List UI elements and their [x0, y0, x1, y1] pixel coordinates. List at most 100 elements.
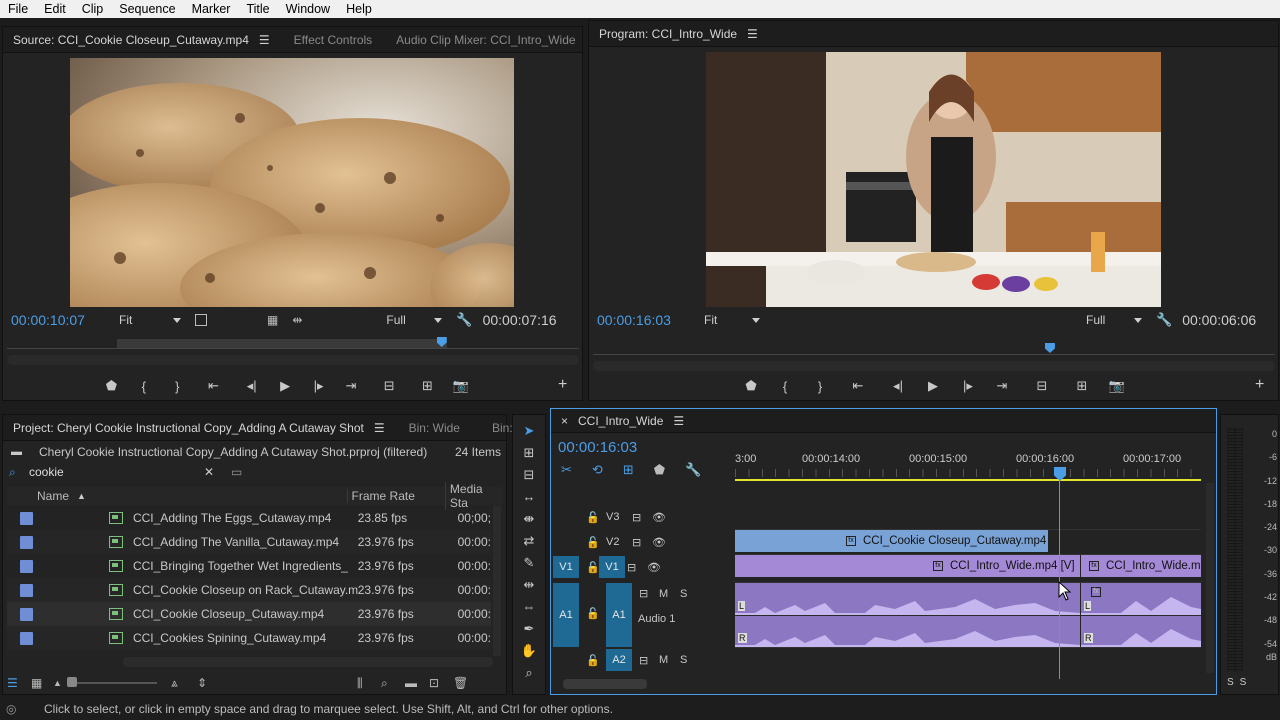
eye-icon[interactable]: 👁 — [652, 511, 666, 524]
menu-window[interactable]: Window — [278, 0, 338, 18]
program-playhead[interactable] — [1044, 343, 1055, 353]
rolling-edit-icon[interactable]: ⇼ — [524, 511, 535, 529]
solo-button[interactable]: S — [680, 588, 687, 600]
tab-audio-clip-mixer[interactable]: Audio Clip Mixer: CCI_Intro_Wide — [386, 27, 585, 53]
program-scrubber[interactable] — [593, 341, 1275, 357]
step-back-icon[interactable]: ◂| — [235, 378, 267, 394]
timeline-timecode[interactable]: 00:00:16:03 — [558, 439, 637, 456]
tab-program[interactable]: Program: CCI_Intro_Wide ☰ — [589, 21, 768, 47]
export-frame-icon[interactable]: 📷 — [444, 378, 478, 394]
settings-wrench-icon[interactable]: 🔧 — [456, 312, 472, 328]
lock-icon[interactable]: 🔓 — [586, 561, 600, 574]
go-to-out-icon[interactable]: ⇥ — [335, 378, 367, 394]
lift-icon[interactable]: ⊟ — [1019, 378, 1065, 394]
play-icon[interactable]: ▶ — [915, 378, 951, 394]
linked-selection-icon[interactable]: ⟲ — [592, 462, 603, 478]
work-area-bar[interactable] — [735, 479, 1201, 481]
solo-left-button[interactable]: S — [1227, 677, 1234, 688]
lock-icon[interactable]: 🔓 — [586, 511, 606, 524]
panel-menu-icon[interactable]: ☰ — [747, 27, 758, 41]
label-color-swatch[interactable] — [20, 559, 33, 573]
add-marker-icon[interactable]: ⬟ — [98, 378, 125, 394]
slide-icon[interactable]: ⇔ — [523, 599, 536, 617]
slip-icon[interactable]: ⇹ — [524, 577, 535, 595]
razor-icon[interactable]: ✎ — [524, 555, 535, 573]
rate-stretch-icon[interactable]: ⇄ — [524, 533, 535, 551]
settings-wrench-icon[interactable]: 🔧 — [1156, 312, 1172, 328]
source-timecode[interactable]: 00:00:10:07 — [11, 312, 111, 328]
label-color-swatch[interactable] — [20, 583, 33, 597]
new-search-bin-icon[interactable]: ▭ — [231, 465, 242, 479]
button-editor-icon[interactable]: + — [1255, 376, 1264, 394]
list-item[interactable]: CCI_Bringing Together Wet Ingredients_ 2… — [7, 554, 491, 578]
list-item[interactable]: CCI_Cookies Spining_Cutaway.mp4 23.976 f… — [7, 626, 491, 650]
track-select-forward-icon[interactable]: ⊞ — [524, 445, 535, 463]
source-video-frame[interactable] — [70, 58, 514, 307]
zoom-slider-thumb[interactable] — [67, 677, 77, 687]
clear-search-icon[interactable]: ✕ — [199, 465, 219, 479]
mark-out-icon[interactable]: } — [805, 379, 835, 394]
new-item-icon[interactable]: ⊡ — [429, 676, 453, 690]
marker-icon[interactable]: ⬟ — [654, 462, 665, 478]
sort-order-icon[interactable]: ⇕ — [197, 676, 357, 690]
new-bin-icon[interactable]: ▬ — [405, 676, 429, 690]
tab-effect-controls[interactable]: Effect Controls — [284, 27, 382, 53]
insert-overlay-icon[interactable]: ▦ — [267, 313, 278, 327]
panel-menu-icon[interactable]: ☰ — [673, 414, 684, 428]
selection-tool-icon[interactable]: ➤ — [524, 423, 535, 441]
automate-to-sequence-icon[interactable]: ⫼ — [357, 676, 381, 691]
mark-in-icon[interactable]: { — [765, 379, 805, 394]
menu-help[interactable]: Help — [338, 0, 380, 18]
toggle-sync-icon[interactable]: ⊟ — [639, 654, 659, 667]
label-color-swatch[interactable] — [20, 631, 33, 645]
list-item[interactable]: CCI_Adding The Eggs_Cutaway.mp4 23.85 fp… — [7, 506, 491, 530]
clip-v1-intro-wide-2[interactable]: fx CCI_Intro_Wide.m — [1081, 555, 1201, 577]
source-zoom-dropdown[interactable]: Fit — [119, 313, 181, 327]
panel-menu-icon[interactable]: ☰ — [259, 33, 270, 47]
lock-icon[interactable]: 🔓 — [586, 536, 606, 549]
hand-icon[interactable]: ✋ — [521, 643, 537, 661]
icon-view-icon[interactable]: ▦ — [31, 676, 53, 690]
program-timecode[interactable]: 00:00:16:03 — [597, 312, 697, 328]
pen-icon[interactable]: ✒ — [524, 621, 535, 639]
list-item[interactable]: CCI_Adding The Vanilla_Cutaway.mp4 23.97… — [7, 530, 491, 554]
label-color-swatch[interactable] — [20, 535, 33, 549]
go-to-in-icon[interactable]: ⇤ — [192, 378, 236, 394]
play-icon[interactable]: ▶ — [268, 378, 302, 394]
find-icon[interactable]: ⌕ — [381, 676, 405, 691]
menu-edit[interactable]: Edit — [36, 0, 74, 18]
timeline-ruler[interactable]: 3:00 00:00:14:00 00:00:15:00 00:00:16:00… — [735, 451, 1201, 481]
sort-ascending-icon[interactable]: ▲ — [77, 491, 86, 501]
toggle-sync-icon[interactable]: ⊟ — [632, 511, 652, 524]
close-icon[interactable]: × — [561, 414, 568, 428]
button-editor-icon[interactable]: + — [558, 376, 567, 394]
panel-menu-icon[interactable]: ☰ — [374, 421, 385, 435]
search-input[interactable] — [29, 465, 199, 479]
eye-icon[interactable]: 👁 — [647, 561, 661, 574]
clip-v1-intro-wide[interactable]: fx CCI_Intro_Wide.mp4 [V] — [735, 555, 1080, 577]
go-to-out-icon[interactable]: ⇥ — [985, 378, 1019, 394]
timeline-settings-icon[interactable]: 🔧 — [685, 462, 701, 478]
project-horizontal-scrollbar[interactable] — [123, 657, 493, 667]
mute-button[interactable]: M — [659, 654, 680, 666]
solo-right-button[interactable]: S — [1240, 677, 1247, 688]
zoom-icon[interactable]: ⌕ — [525, 665, 532, 683]
track-target-a1[interactable]: A1 — [606, 583, 632, 647]
project-vertical-scrollbar[interactable] — [493, 506, 501, 656]
clip-a1-intro-wide[interactable]: L R — [735, 583, 1080, 647]
menu-title[interactable]: Title — [238, 0, 277, 18]
step-forward-icon[interactable]: |▸ — [951, 378, 985, 394]
safe-margins-icon[interactable] — [195, 314, 207, 326]
overwrite-icon[interactable]: ⊞ — [411, 378, 443, 394]
export-frame-icon[interactable]: 📷 — [1099, 378, 1135, 394]
col-framerate[interactable]: Frame Rate — [346, 489, 445, 503]
clip-v2-cookie-closeup[interactable]: fx CCI_Cookie Closeup_Cutaway.mp4 — [735, 530, 1048, 552]
program-zoom-dropdown[interactable]: Fit — [704, 313, 760, 327]
trash-icon[interactable]: 🗑 — [453, 676, 473, 690]
go-to-in-icon[interactable]: ⇤ — [835, 378, 881, 394]
menu-marker[interactable]: Marker — [184, 0, 239, 18]
insert-icon[interactable]: ⊟ — [367, 378, 411, 394]
lock-icon[interactable]: 🔓 — [586, 607, 600, 620]
menu-clip[interactable]: Clip — [74, 0, 112, 18]
program-video-frame[interactable] — [706, 52, 1161, 307]
